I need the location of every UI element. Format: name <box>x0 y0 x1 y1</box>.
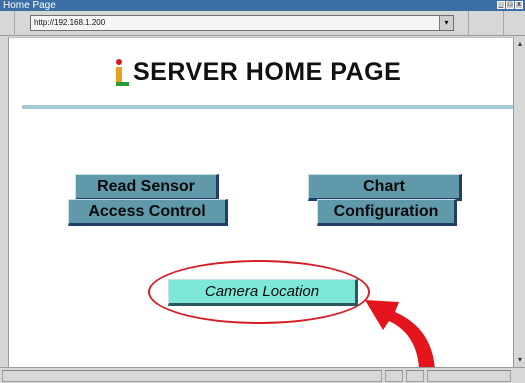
status-panel-zone <box>427 370 511 382</box>
title-bar: Home Page _ □ x <box>0 0 525 11</box>
vertical-scrollbar[interactable]: ▴ ▾ <box>513 37 525 367</box>
status-panel <box>406 370 424 382</box>
window-title: Home Page <box>3 0 56 11</box>
camera-location-button[interactable]: Camera Location <box>168 279 358 306</box>
chevron-down-icon[interactable]: ▾ <box>439 16 453 30</box>
window-controls: _ □ x <box>497 1 523 9</box>
maximize-button[interactable]: □ <box>506 1 514 9</box>
toolbar-separator <box>503 11 504 36</box>
access-control-button[interactable]: Access Control <box>68 199 228 226</box>
address-toolbar: http://192.168.1.200 ▾ <box>0 11 525 36</box>
scroll-down-icon[interactable]: ▾ <box>515 355 525 365</box>
status-panel-main <box>2 370 382 382</box>
read-sensor-button[interactable]: Read Sensor <box>75 174 219 201</box>
page-title: SERVER HOME PAGE <box>133 58 402 86</box>
url-input[interactable]: http://192.168.1.200 ▾ <box>30 15 454 31</box>
browser-window: Home Page _ □ x http://192.168.1.200 ▾ S… <box>0 0 525 383</box>
chart-button[interactable]: Chart <box>308 174 462 201</box>
toolbar-separator <box>14 11 15 36</box>
title-divider <box>22 105 513 109</box>
minimize-button[interactable]: _ <box>497 1 505 9</box>
url-text: http://192.168.1.200 <box>34 18 106 27</box>
i-logo-icon <box>116 59 129 86</box>
status-bar <box>0 367 525 383</box>
status-panel <box>385 370 403 382</box>
close-button[interactable]: x <box>515 1 523 9</box>
configuration-button[interactable]: Configuration <box>317 199 457 226</box>
toolbar-separator <box>468 11 469 36</box>
scroll-up-icon[interactable]: ▴ <box>515 39 525 49</box>
